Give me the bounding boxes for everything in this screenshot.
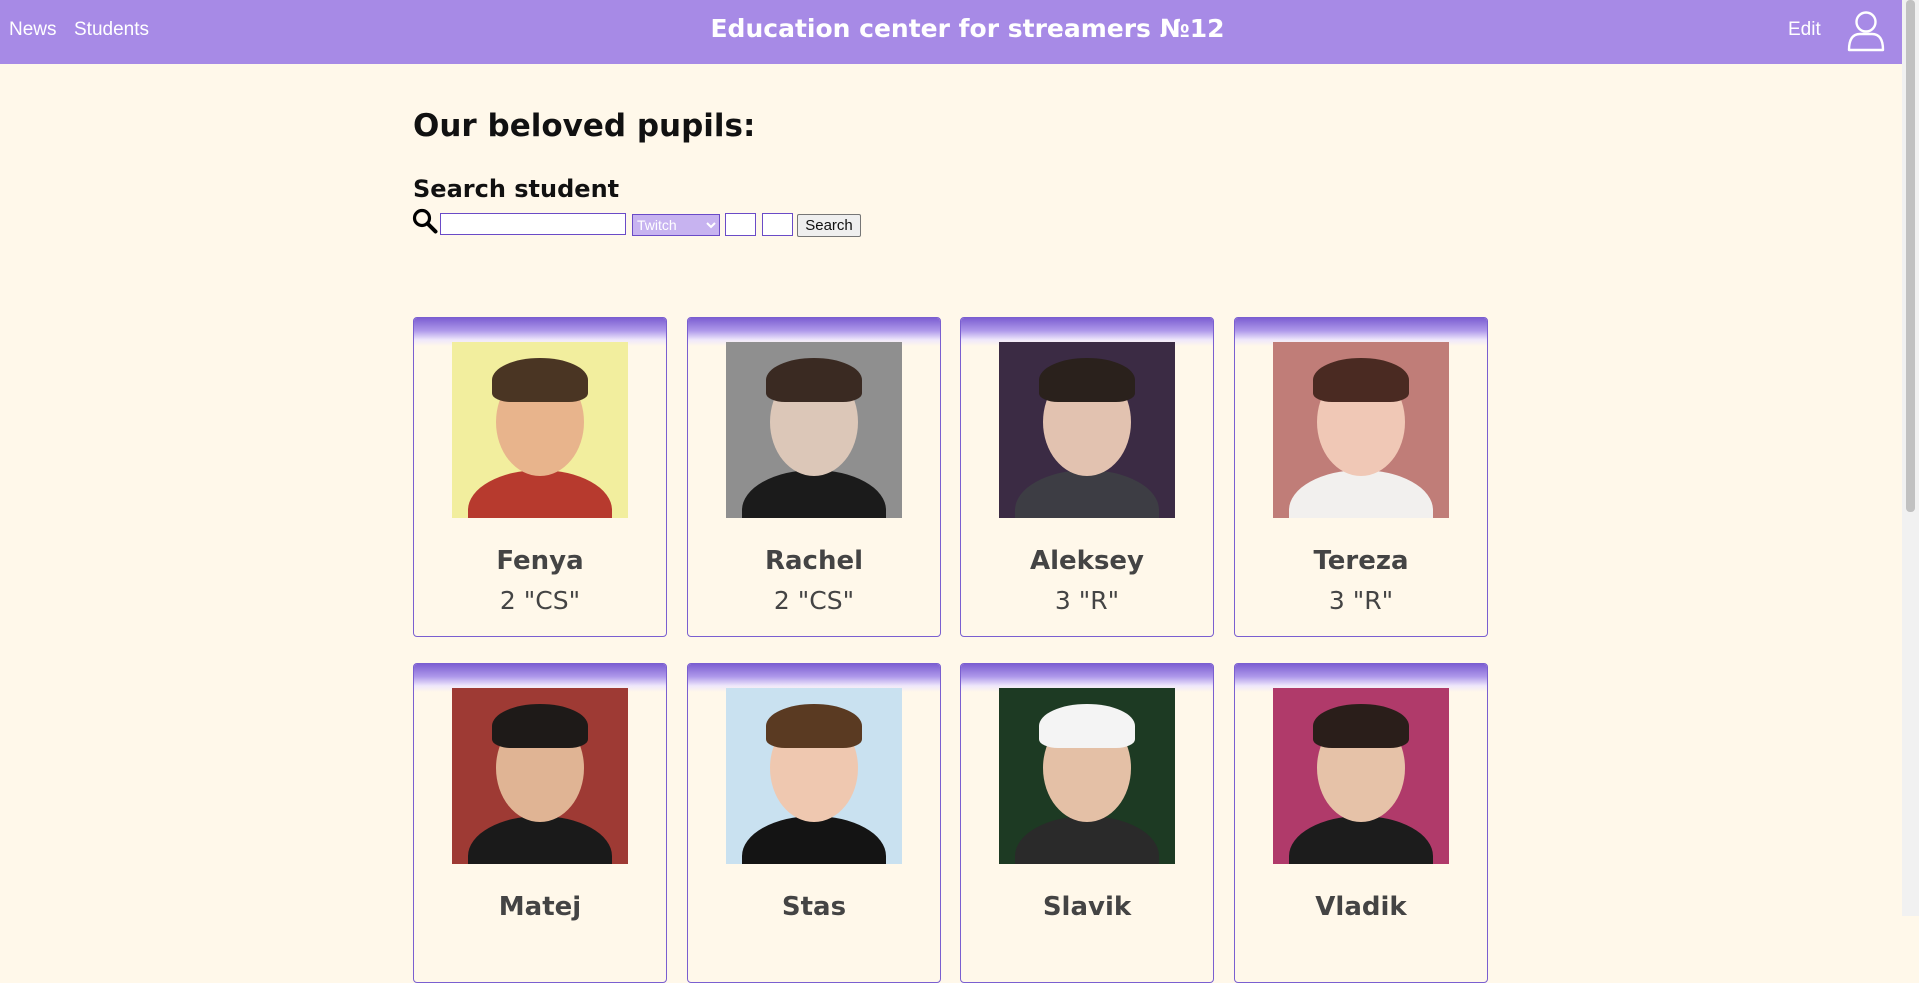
top-navbar: News Students Education center for strea…	[0, 0, 1902, 64]
search-button[interactable]: Search	[797, 214, 861, 237]
photo-hair	[492, 358, 588, 402]
student-card[interactable]: Rachel 2 "CS"	[687, 317, 941, 637]
student-photo	[999, 688, 1175, 864]
student-name: Fenya	[496, 546, 584, 576]
student-grade: 3 "R"	[1328, 586, 1394, 615]
student-search-input[interactable]	[440, 213, 626, 235]
user-icon[interactable]	[1846, 10, 1886, 52]
student-card[interactable]: Slavik	[960, 663, 1214, 983]
photo-hair	[766, 704, 862, 748]
photo-hair	[766, 358, 862, 402]
student-name: Tereza	[1313, 546, 1409, 576]
student-card[interactable]: Vladik	[1234, 663, 1488, 983]
student-photo	[1273, 688, 1449, 864]
student-card[interactable]: Tereza 3 "R"	[1234, 317, 1488, 637]
student-name: Matej	[498, 892, 582, 922]
photo-hair	[1039, 704, 1135, 748]
student-name: Aleksey	[1029, 546, 1145, 576]
photo-hair	[1039, 358, 1135, 402]
student-grade: 2 "CS"	[773, 586, 855, 615]
photo-hair	[492, 704, 588, 748]
filter-field-a[interactable]	[725, 213, 756, 236]
platform-select[interactable]: Twitch	[632, 214, 720, 236]
student-card[interactable]: Matej	[413, 663, 667, 983]
photo-hair	[1313, 358, 1409, 402]
student-grade: 2 "CS"	[499, 586, 581, 615]
student-name: Stas	[781, 892, 847, 922]
site-title: Education center for streamers №12	[710, 14, 1225, 43]
student-photo	[726, 342, 902, 518]
student-name: Rachel	[764, 546, 864, 576]
student-card[interactable]: Stas	[687, 663, 941, 983]
filter-field-b[interactable]	[762, 213, 793, 236]
photo-hair	[1313, 704, 1409, 748]
edit-link[interactable]: Edit	[1788, 19, 1821, 41]
student-photo	[726, 688, 902, 864]
scrollbar-thumb[interactable]	[1906, 0, 1915, 512]
student-name: Slavik	[1042, 892, 1132, 922]
page-heading: Our beloved pupils:	[413, 108, 756, 144]
student-photo	[1273, 342, 1449, 518]
student-grade: 3 "R"	[1054, 586, 1120, 615]
student-name: Vladik	[1315, 892, 1407, 922]
student-card[interactable]: Aleksey 3 "R"	[960, 317, 1214, 637]
student-photo	[999, 342, 1175, 518]
student-photo	[452, 688, 628, 864]
search-heading: Search student	[413, 175, 620, 203]
student-photo	[452, 342, 628, 518]
page-scrollbar[interactable]	[1902, 0, 1919, 916]
student-card[interactable]: Fenya 2 "CS"	[413, 317, 667, 637]
search-icon	[412, 208, 438, 234]
